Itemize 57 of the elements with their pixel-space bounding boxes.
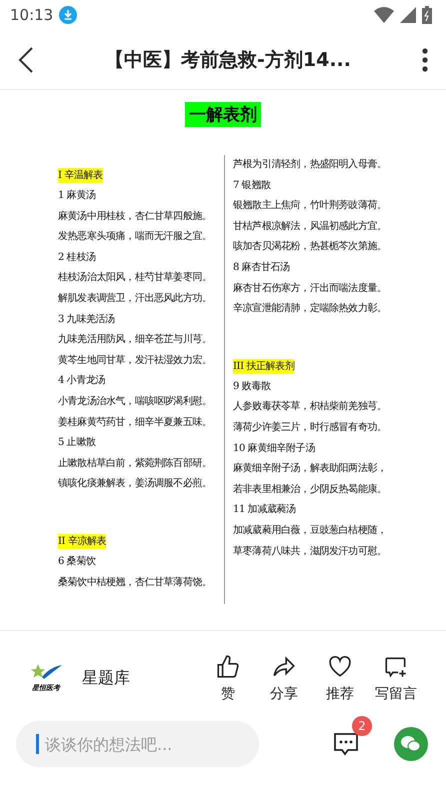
verse-line: 薄荷少许姜三片，时行感冒有奇功。 bbox=[233, 420, 388, 435]
formula-name: 6 桑菊饮 bbox=[58, 554, 97, 569]
verse-line: 银翘散主上焦疴，竹叶荆蒡豉薄荷。 bbox=[233, 198, 388, 214]
verse-line: 麻杏甘石伤寒方，汗出而喘法度量。 bbox=[233, 282, 388, 296]
formula-name: 3 九味羌活汤 bbox=[58, 312, 116, 327]
section-heading: I 辛温解表 bbox=[58, 168, 103, 183]
verse-line: 发热恶寒头项痛，喘而无汗服之宜。 bbox=[58, 230, 213, 244]
verse-line: 姜桂麻黄芍药甘，细辛半夏兼五味。 bbox=[58, 416, 213, 430]
section-heading: II 辛凉解表 bbox=[58, 534, 106, 549]
verse-line: 芦根为引清轻剂，热盛阳明入母膏。 bbox=[233, 158, 388, 172]
formula-name: 1 麻黄汤 bbox=[58, 188, 97, 203]
verse-line: 甘桔芦根凉解法，风温初感此方宜。 bbox=[233, 220, 388, 234]
formula-name: 8 麻杏甘石汤 bbox=[233, 260, 291, 275]
verse-line: 麻黄细辛附子汤，解表助阳两法彰， bbox=[233, 462, 388, 476]
verse-line: 人参败毒茯苓草，枳桔柴前羌独芎。 bbox=[233, 400, 388, 414]
formula-name: 7 银翘散 bbox=[233, 178, 272, 193]
verse-line: 镇咳化痰兼解表，姜汤调服不必煎。 bbox=[58, 476, 213, 492]
verse-line: 辛凉宣泄能清肺，定喘除热效力彰。 bbox=[233, 302, 388, 316]
verse-line: 咳加杏贝渴花粉，热甚栀芩次第施。 bbox=[233, 240, 388, 254]
verse-line: 小青龙汤治水气，喘咳呕哕渴利慰。 bbox=[58, 394, 213, 409]
verse-line: 桂枝汤治太阳风，桂芍甘草姜枣同。 bbox=[58, 270, 213, 286]
comments-button[interactable] bbox=[332, 730, 360, 758]
back-button[interactable] bbox=[18, 46, 34, 72]
verse-line: 九味羌活用防风，细辛苍芷与川芎。 bbox=[58, 332, 213, 348]
formula-name: 2 桂枝汤 bbox=[58, 250, 97, 265]
verse-line: 草枣薄荷八味共，滋阴发汗功可慰。 bbox=[233, 544, 388, 558]
comment-count-badge: 2 bbox=[352, 716, 372, 736]
verse-line: 止嗽散桔草白前，紫菀荆陈百部研。 bbox=[58, 456, 213, 471]
verse-line: 黄芩生地同甘草，发汗祛湿效力宏。 bbox=[58, 354, 213, 368]
formula-name: 5 止嗽散 bbox=[58, 436, 97, 450]
verse-line: 麻黄汤中用桂枝，杏仁甘草四般施。 bbox=[58, 210, 213, 224]
thumbs-up-icon bbox=[215, 654, 241, 680]
author-name: 星题库 bbox=[82, 668, 131, 688]
document-title: 一解表剂 bbox=[185, 102, 261, 127]
chat-bubbles-icon bbox=[400, 735, 422, 753]
comment-button[interactable]: 写留言 bbox=[368, 654, 424, 702]
like-button[interactable]: 赞 bbox=[200, 654, 256, 702]
formula-name: 11 加减葳蕤汤 bbox=[233, 502, 297, 518]
battery-icon bbox=[422, 6, 432, 24]
verse-line: 桑菊饮中桔梗翘，杏仁甘草薄荷饶。 bbox=[58, 576, 213, 590]
download-icon bbox=[59, 6, 78, 24]
recommend-button[interactable]: 推荐 bbox=[312, 654, 368, 702]
status-time: 10:13 bbox=[10, 6, 54, 24]
wifi-icon bbox=[374, 7, 394, 23]
more-menu-button[interactable] bbox=[422, 48, 428, 72]
formula-name: 10 麻黄细辛附子汤 bbox=[233, 442, 316, 456]
heart-icon bbox=[327, 654, 353, 680]
wechat-share-button[interactable] bbox=[394, 727, 428, 761]
formula-name: 4 小青龙汤 bbox=[58, 374, 106, 388]
share-button[interactable]: 分享 bbox=[256, 654, 312, 702]
formula-name: 9 败毒散 bbox=[233, 380, 272, 394]
comment-input-field[interactable]: 谈谈你的想法吧... bbox=[16, 721, 259, 767]
signal-icon bbox=[400, 7, 416, 23]
article-title: 【中医】考前急救-方剂14... bbox=[104, 48, 352, 72]
verse-line: 解肌发表调营卫，汗出恶风此方功。 bbox=[58, 292, 213, 306]
verse-line: 加减葳蕤用白薇，豆豉葱白桔梗随， bbox=[233, 524, 388, 538]
verse-line: 若非表里相兼治，少阴反热曷能康。 bbox=[233, 482, 388, 497]
